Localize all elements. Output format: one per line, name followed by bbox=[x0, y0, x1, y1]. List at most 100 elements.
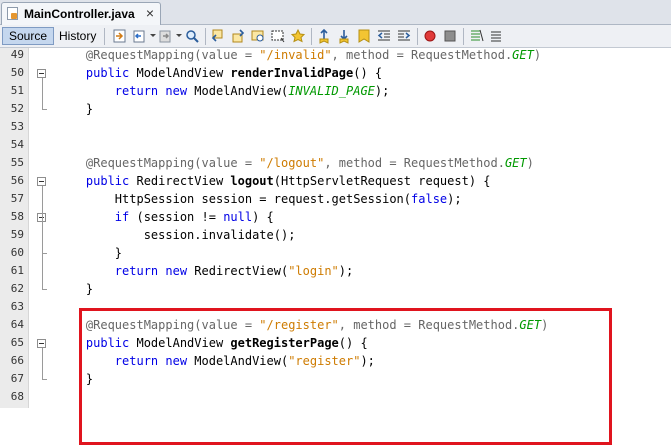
code-line: 50 public ModelAndView renderInvalidPage… bbox=[0, 64, 671, 82]
history-view-button[interactable]: History bbox=[53, 27, 102, 45]
code-text[interactable]: } bbox=[57, 100, 93, 118]
code-token: return new bbox=[57, 84, 195, 98]
code-text[interactable]: return new ModelAndView(INVALID_PAGE); bbox=[57, 82, 390, 100]
code-text[interactable]: if (session != null) { bbox=[57, 208, 274, 226]
code-text[interactable]: } bbox=[57, 370, 93, 388]
java-file-icon bbox=[7, 7, 18, 20]
code-token: ); bbox=[447, 192, 462, 206]
comment-icon[interactable] bbox=[468, 28, 484, 44]
code-token: renderInvalidPage bbox=[230, 66, 354, 80]
fold-guide-line bbox=[42, 348, 43, 379]
next-bookmark-icon[interactable] bbox=[336, 28, 352, 44]
code-token: ModelAndView bbox=[136, 336, 231, 350]
code-text[interactable]: @RequestMapping(value = "/logout", metho… bbox=[57, 154, 534, 172]
find-next-icon[interactable] bbox=[230, 28, 246, 44]
fold-end-marker bbox=[42, 109, 47, 110]
code-token: RedirectView( bbox=[194, 264, 289, 278]
line-number: 49 bbox=[10, 48, 24, 61]
code-token: "/register" bbox=[259, 318, 339, 332]
dropdown-arrow-icon[interactable] bbox=[176, 34, 182, 37]
code-token: GET bbox=[519, 318, 542, 332]
code-text[interactable]: session.invalidate(); bbox=[57, 226, 296, 244]
uncomment-icon[interactable] bbox=[488, 28, 504, 44]
line-number: 63 bbox=[10, 300, 24, 313]
stop-macro-icon[interactable] bbox=[442, 28, 458, 44]
code-token: ); bbox=[374, 84, 390, 98]
code-token: public bbox=[57, 174, 137, 188]
code-token: ) bbox=[541, 318, 549, 332]
code-token: null bbox=[223, 210, 253, 224]
code-line: 53 bbox=[0, 118, 671, 136]
code-token: } bbox=[57, 372, 94, 386]
toggle-rectangular-icon[interactable] bbox=[290, 28, 306, 44]
find-selection-icon[interactable] bbox=[250, 28, 266, 44]
editor-tab-bar: MainController.java × bbox=[0, 0, 671, 25]
code-line: 62 } bbox=[0, 280, 671, 298]
code-editor[interactable]: 49 @RequestMapping(value = "/invalid", m… bbox=[0, 46, 671, 445]
code-line: 57 HttpSession session = request.getSess… bbox=[0, 190, 671, 208]
code-token: "/invalid" bbox=[259, 48, 332, 62]
line-number: 51 bbox=[10, 84, 24, 97]
code-line: 61 return new RedirectView("login"); bbox=[0, 262, 671, 280]
code-token: RedirectView bbox=[136, 174, 231, 188]
code-token: , method = RequestMethod. bbox=[331, 48, 513, 62]
toggle-highlight-icon[interactable] bbox=[270, 28, 286, 44]
code-line: 59 session.invalidate(); bbox=[0, 226, 671, 244]
code-line: 68 bbox=[0, 388, 671, 406]
find-previous-icon[interactable] bbox=[210, 28, 226, 44]
code-token: ) { bbox=[252, 210, 274, 224]
code-token: ModelAndView( bbox=[194, 84, 289, 98]
code-text[interactable]: public ModelAndView getRegisterPage() { bbox=[57, 334, 368, 352]
code-text[interactable]: } bbox=[57, 280, 93, 298]
line-number: 61 bbox=[10, 264, 24, 277]
tab-main-controller[interactable]: MainController.java × bbox=[1, 2, 161, 25]
code-text[interactable]: return new ModelAndView("register"); bbox=[57, 352, 375, 370]
code-token: , method = RequestMethod. bbox=[338, 318, 520, 332]
last-edit-icon[interactable] bbox=[112, 28, 128, 44]
code-token: } bbox=[57, 102, 94, 116]
code-token: HttpSession session = request.getSession… bbox=[57, 192, 412, 206]
code-text[interactable]: public ModelAndView renderInvalidPage() … bbox=[57, 64, 382, 82]
code-line: 52 } bbox=[0, 100, 671, 118]
fold-toggle-icon[interactable] bbox=[37, 69, 46, 78]
code-token: GET bbox=[512, 48, 534, 62]
toolbar-separator bbox=[417, 28, 418, 45]
code-token: "/logout" bbox=[259, 156, 325, 170]
find-icon[interactable] bbox=[184, 28, 200, 44]
line-number: 59 bbox=[10, 228, 24, 241]
code-text[interactable]: public RedirectView logout(HttpServletRe… bbox=[57, 172, 491, 190]
code-token: false bbox=[411, 192, 448, 206]
line-number: 56 bbox=[10, 174, 24, 187]
back-icon[interactable] bbox=[132, 28, 148, 44]
close-tab-icon[interactable]: × bbox=[146, 6, 154, 20]
forward-icon[interactable] bbox=[158, 28, 174, 44]
code-token: (HttpServletRequest request) { bbox=[273, 174, 491, 188]
fold-toggle-icon[interactable] bbox=[37, 339, 46, 348]
line-number: 53 bbox=[10, 120, 24, 133]
code-line: 51 return new ModelAndView(INVALID_PAGE)… bbox=[0, 82, 671, 100]
dropdown-arrow-icon[interactable] bbox=[150, 34, 156, 37]
code-text[interactable]: @RequestMapping(value = "/invalid", meth… bbox=[57, 46, 541, 64]
fold-toggle-icon[interactable] bbox=[37, 177, 46, 186]
code-token: ) bbox=[526, 156, 534, 170]
code-text[interactable]: HttpSession session = request.getSession… bbox=[57, 190, 462, 208]
line-number: 65 bbox=[10, 336, 24, 349]
code-line: 54 bbox=[0, 136, 671, 154]
code-line: 67 } bbox=[0, 370, 671, 388]
line-number: 66 bbox=[10, 354, 24, 367]
start-macro-icon[interactable] bbox=[422, 28, 438, 44]
code-text[interactable]: } bbox=[57, 244, 122, 262]
code-token: public bbox=[57, 66, 137, 80]
shift-right-icon[interactable] bbox=[396, 28, 412, 44]
shift-left-icon[interactable] bbox=[376, 28, 392, 44]
code-text[interactable]: return new RedirectView("login"); bbox=[57, 262, 353, 280]
code-line: 60 } bbox=[0, 244, 671, 262]
code-token: ModelAndView bbox=[136, 66, 231, 80]
source-view-button[interactable]: Source bbox=[2, 27, 55, 45]
line-number: 54 bbox=[10, 138, 24, 151]
toolbar-separator bbox=[311, 28, 312, 45]
toggle-bookmark-icon[interactable] bbox=[356, 28, 372, 44]
line-number: 58 bbox=[10, 210, 24, 223]
previous-bookmark-icon[interactable] bbox=[316, 28, 332, 44]
code-text[interactable]: @RequestMapping(value = "/register", met… bbox=[57, 316, 548, 334]
